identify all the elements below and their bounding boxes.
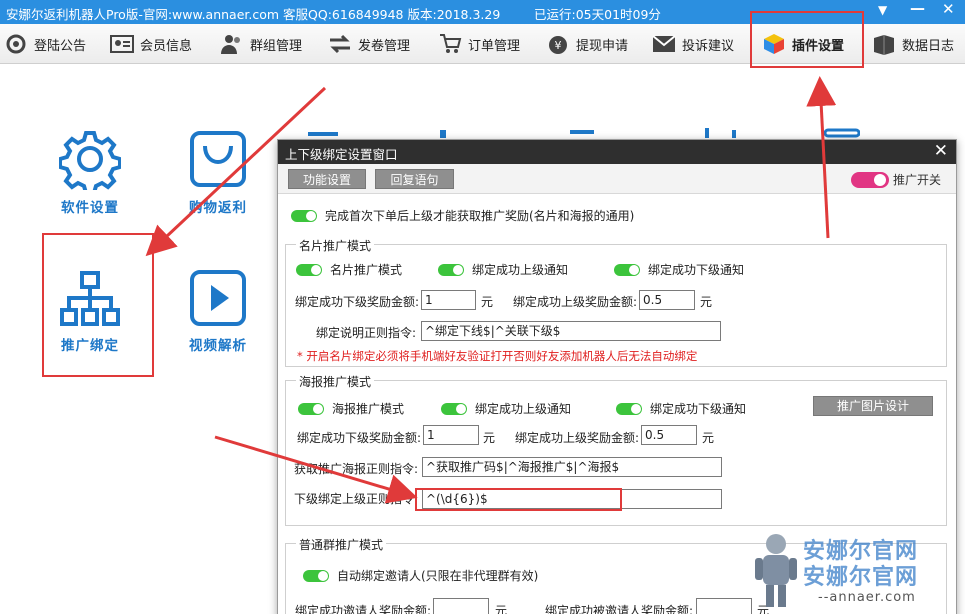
watermark: 安娜尔官网 安娜尔官网 --annaer.com [748, 530, 958, 610]
annotation-arrows [145, 76, 837, 504]
watermark-url: --annaer.com [818, 590, 916, 605]
watermark-line2: 安娜尔官网 [803, 565, 919, 590]
robot-mascot-icon [755, 534, 797, 607]
